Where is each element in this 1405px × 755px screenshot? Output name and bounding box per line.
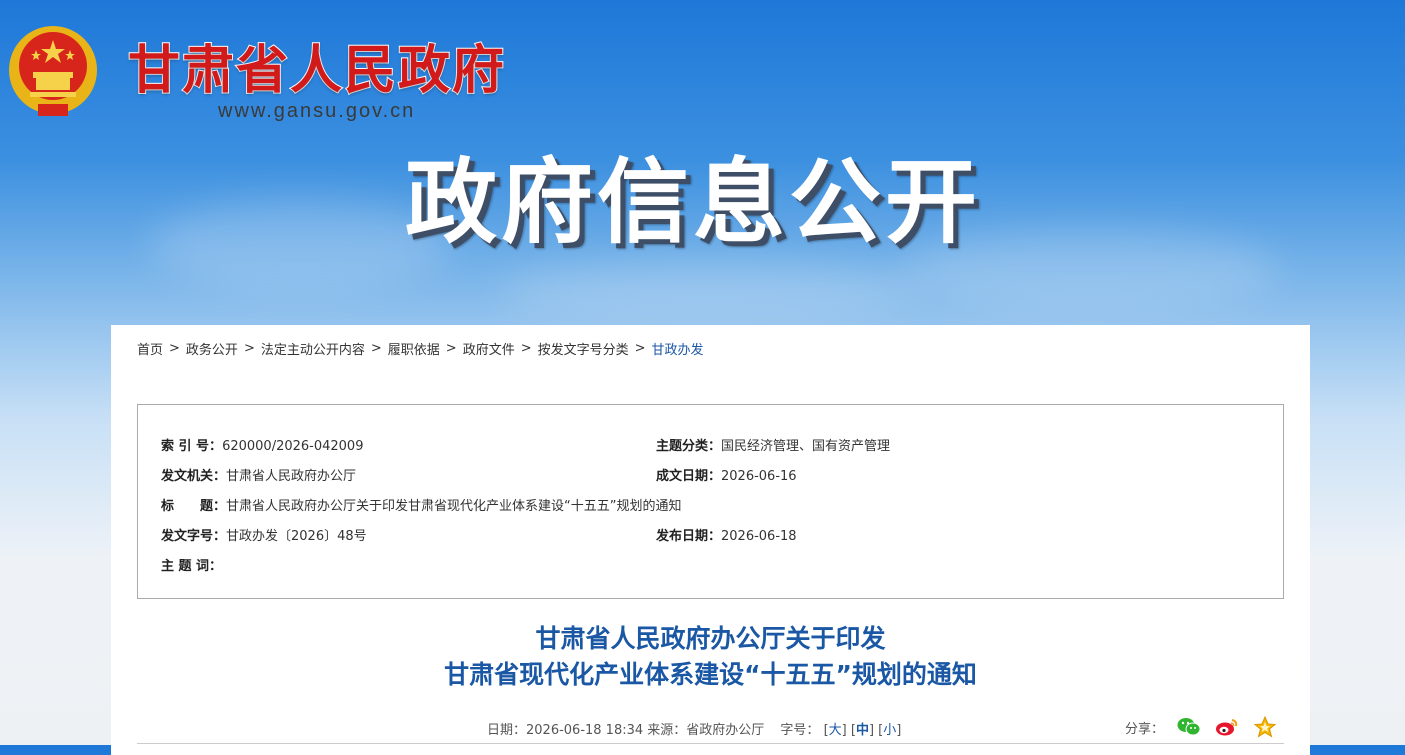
document-metadata-box: 索 引 号：620000/2026-042009 主题分类：国民经济管理、国有资… (137, 404, 1284, 599)
meta-label: 索 引 号： (161, 439, 223, 454)
meta-published-date: 发布日期：2026-06-18 (656, 525, 797, 544)
weibo-icon[interactable] (1214, 715, 1240, 739)
meta-label: 主 题 词： (161, 559, 223, 574)
favorite-star-icon[interactable] (1252, 715, 1278, 739)
breadcrumb-gov-affairs[interactable]: 政务公开 (186, 339, 238, 358)
meta-label: 主题分类： (656, 439, 722, 454)
breadcrumb-statutory-content[interactable]: 法定主动公开内容 (261, 339, 365, 358)
content-divider (137, 743, 1284, 744)
breadcrumb-duty-basis[interactable]: 履职依据 (388, 339, 440, 358)
breadcrumb: 首页 > 政务公开 > 法定主动公开内容 > 履职依据 > 政府文件 > 按发文… (137, 339, 704, 358)
breadcrumb-separator: > (243, 341, 255, 356)
breadcrumb-gov-documents[interactable]: 政府文件 (463, 339, 515, 358)
meta-value: 2026-06-18 (721, 529, 797, 544)
breadcrumb-separator: > (634, 341, 646, 356)
document-title-line-2: 甘肃省现代化产业体系建设“十五五”规划的通知 (444, 660, 977, 689)
font-size-small-button[interactable]: 小 (883, 723, 896, 738)
meta-index: 索 引 号：620000/2026-042009 (161, 435, 363, 454)
site-url[interactable]: www.gansu.gov.cn (218, 100, 415, 123)
publish-date-source: 日期：2026-06-18 18:34 来源：省政府办公厅 (487, 723, 765, 738)
meta-value: 国民经济管理、国有资产管理 (721, 439, 891, 454)
document-title-line-1: 甘肃省人民政府办公厅关于印发 (535, 624, 886, 653)
breadcrumb-separator: > (370, 341, 382, 356)
breadcrumb-by-doc-number[interactable]: 按发文字号分类 (538, 339, 629, 358)
share-bar: 分享： (1125, 715, 1278, 739)
breadcrumb-separator: > (169, 341, 180, 356)
meta-label: 发文机关： (161, 469, 227, 484)
document-info-bar: 日期：2026-06-18 18:34 来源：省政府办公厅 字号： [大] [中… (487, 723, 902, 738)
breadcrumb-home[interactable]: 首页 (137, 339, 163, 358)
wechat-icon[interactable] (1176, 715, 1202, 739)
meta-issuer: 发文机关：甘肃省人民政府办公厅 (161, 465, 356, 484)
meta-value: 620000/2026-042009 (222, 439, 364, 454)
meta-label: 成文日期： (656, 469, 722, 484)
content-card: 首页 > 政务公开 > 法定主动公开内容 > 履职依据 > 政府文件 > 按发文… (111, 325, 1310, 755)
breadcrumb-separator: > (520, 341, 532, 356)
banner-title: 政府信息公开 (405, 149, 982, 256)
meta-value: 甘政办发〔2026〕48号 (226, 529, 367, 544)
meta-label: 发布日期： (656, 529, 722, 544)
meta-created-date: 成文日期：2026-06-16 (656, 465, 797, 484)
meta-keywords: 主 题 词： (161, 555, 222, 574)
meta-doc-number: 发文字号：甘政办发〔2026〕48号 (161, 525, 367, 544)
site-name[interactable]: 甘肃省人民政府 (127, 28, 506, 103)
page-header: 甘肃省人民政府 www.gansu.gov.cn 政府信息公开 (0, 0, 1405, 325)
meta-value: 甘肃省人民政府办公厅 (226, 469, 357, 484)
meta-value: 2026-06-16 (721, 469, 797, 484)
font-size-medium-button[interactable]: 中 (856, 723, 869, 738)
meta-topic-class: 主题分类：国民经济管理、国有资产管理 (656, 435, 890, 454)
share-label: 分享： (1125, 721, 1165, 737)
meta-label: 发文字号： (161, 529, 227, 544)
breadcrumb-current[interactable]: 甘政办发 (652, 339, 704, 358)
font-size-label: 字号： (780, 723, 820, 738)
meta-title: 标 题：甘肃省人民政府办公厅关于印发甘肃省现代化产业体系建设“十五五”规划的通知 (161, 495, 682, 514)
breadcrumb-separator: > (445, 341, 457, 356)
font-size-large-button[interactable]: 大 (829, 723, 842, 738)
meta-label: 标 题： (161, 499, 227, 514)
national-emblem-icon (9, 26, 97, 116)
meta-value: 甘肃省人民政府办公厅关于印发甘肃省现代化产业体系建设“十五五”规划的通知 (226, 499, 682, 514)
